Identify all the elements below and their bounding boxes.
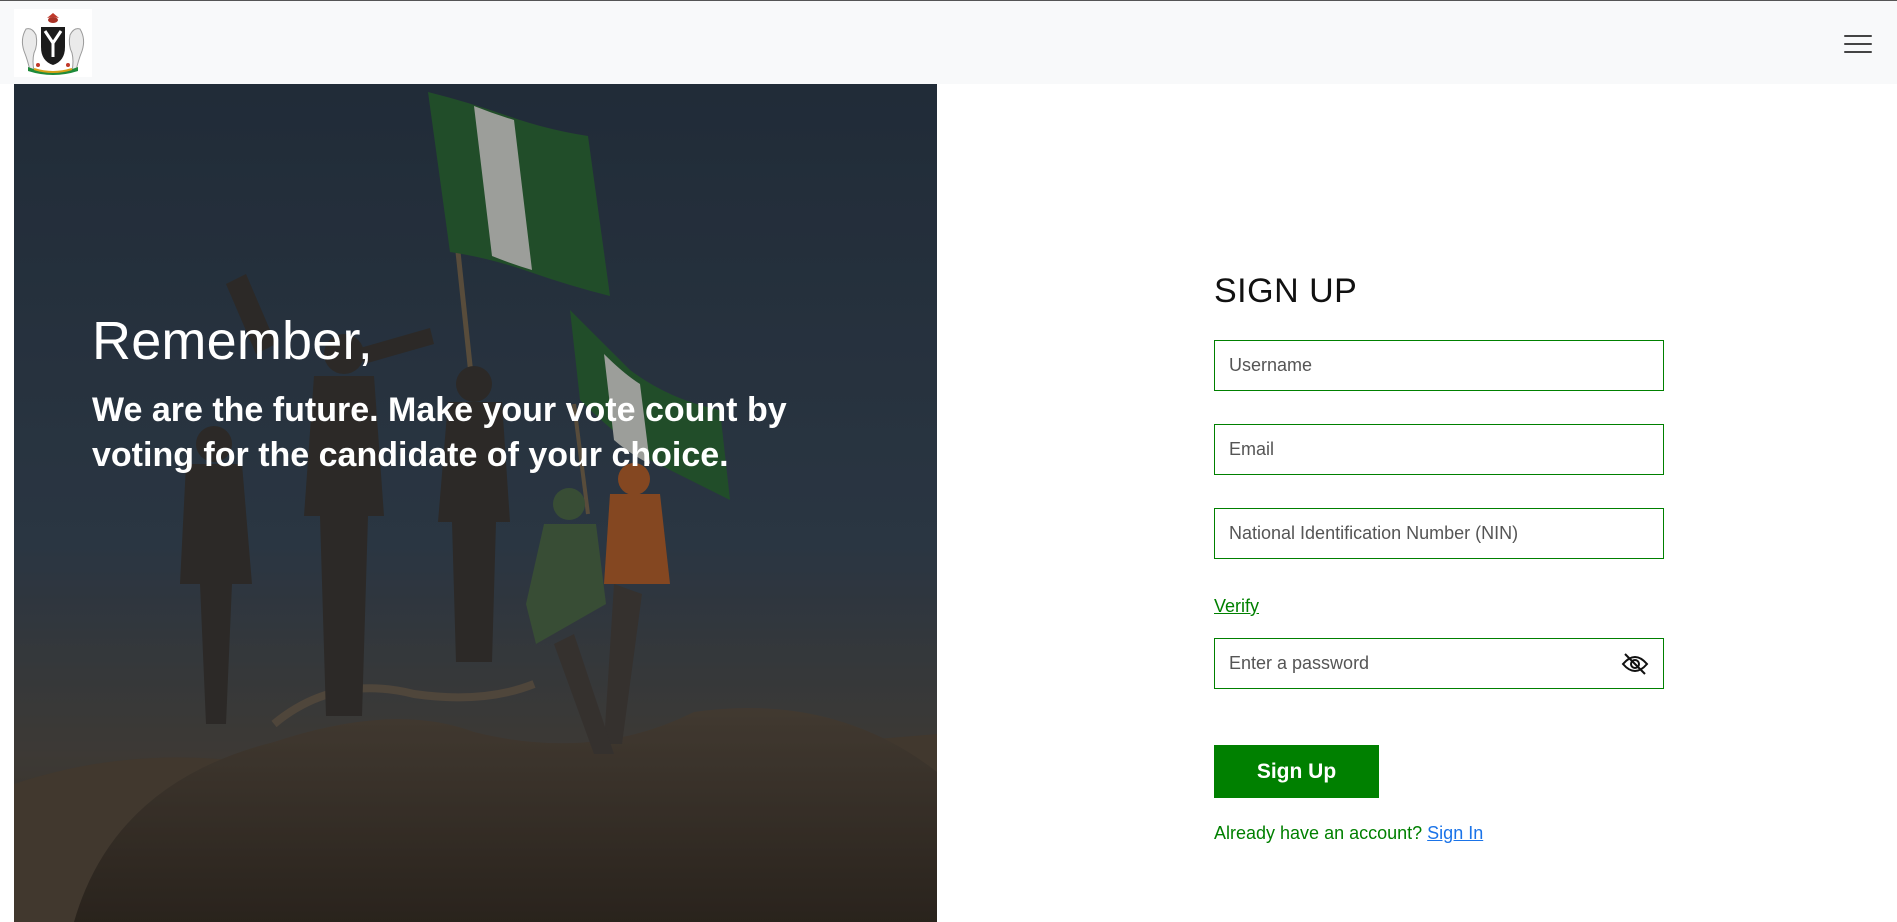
email-input[interactable] [1215,425,1663,474]
email-field-box [1214,424,1664,475]
nin-input[interactable] [1215,509,1663,558]
form-title: SIGN UP [1214,272,1358,310]
hero-subtitle: We are the future. Make your vote count … [92,391,787,474]
hero-panel: Remember, We are the future. Make your v… [14,84,937,922]
top-navbar [0,0,1897,84]
username-field-box [1214,340,1664,391]
password-field-box [1214,638,1664,689]
verify-link[interactable]: Verify [1214,596,1259,617]
password-input[interactable] [1215,639,1663,688]
hero-title: Remember, [92,311,373,371]
nin-field-box [1214,508,1664,559]
coat-of-arms-icon[interactable] [14,9,92,77]
hamburger-menu-icon[interactable] [1836,29,1876,57]
signin-prompt-row: Already have an account? Sign In [1214,823,1483,844]
signin-prompt-text: Already have an account? [1214,823,1423,843]
eye-slash-icon[interactable] [1621,652,1649,676]
sign-in-link[interactable]: Sign In [1427,823,1483,843]
hero-background-image [14,84,937,922]
username-input[interactable] [1215,341,1663,390]
sign-up-button[interactable]: Sign Up [1214,745,1379,798]
